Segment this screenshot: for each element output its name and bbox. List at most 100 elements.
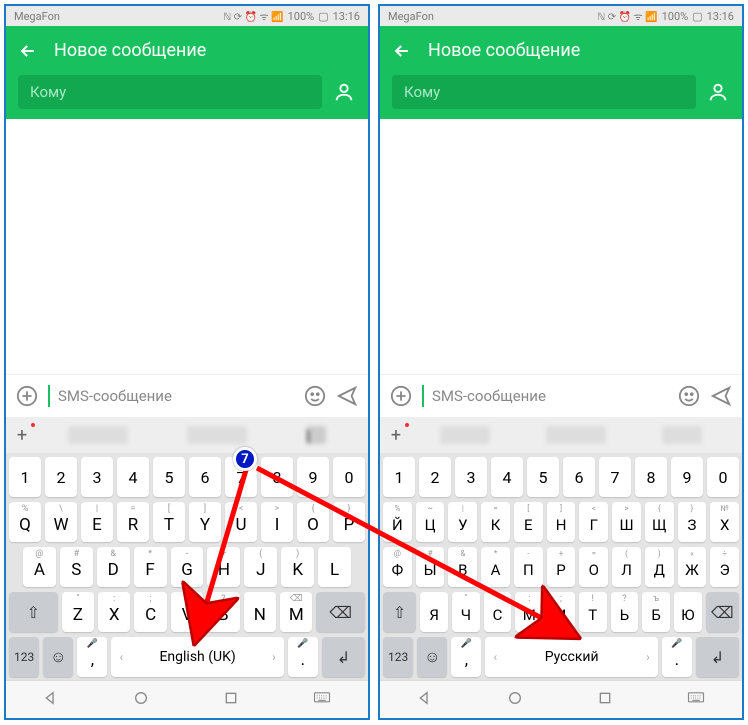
key-G[interactable]: -G — [171, 547, 204, 587]
back-arrow-icon[interactable] — [392, 41, 412, 61]
key-period[interactable]: 🎤. — [288, 637, 318, 677]
key-И[interactable]: ;И — [547, 592, 575, 632]
key-S[interactable]: #S — [60, 547, 93, 587]
key-shift[interactable]: ⇧ — [383, 592, 416, 632]
contact-icon[interactable] — [332, 80, 356, 104]
nav-recent[interactable] — [597, 690, 613, 710]
key-7[interactable]: 7 — [599, 457, 631, 497]
key-5[interactable]: 5 — [153, 457, 185, 497]
key-D[interactable]: &D — [97, 547, 130, 587]
nav-keyboard[interactable] — [687, 690, 705, 709]
key-Ы[interactable]: #Ы — [416, 547, 445, 587]
compose-input[interactable]: SMS-сообщение — [422, 383, 668, 409]
key-123[interactable]: 123 — [383, 637, 413, 677]
expand-icon[interactable]: + — [12, 425, 32, 446]
key-enter[interactable]: ↲ — [696, 637, 739, 677]
key-E[interactable]: |E — [81, 502, 113, 542]
key-Я[interactable]: Я — [420, 592, 448, 632]
key-Ю[interactable]: Ю — [674, 592, 702, 632]
key-123[interactable]: 123 — [9, 637, 39, 677]
recipient-field[interactable]: Кому — [392, 75, 696, 109]
key-T[interactable]: [T — [153, 502, 185, 542]
key-А[interactable]: *А — [481, 547, 510, 587]
key-9[interactable]: 9 — [297, 457, 329, 497]
key-V[interactable]: !V — [171, 592, 203, 632]
nav-home[interactable] — [133, 690, 149, 710]
key-Ф[interactable]: @Ф — [383, 547, 412, 587]
key-U[interactable]: <U — [225, 502, 257, 542]
key-I[interactable]: >I — [261, 502, 293, 542]
key-М[interactable]: :М — [515, 592, 543, 632]
key-П[interactable]: -П — [514, 547, 543, 587]
key-L[interactable]: L — [318, 547, 351, 587]
key-Ц[interactable]: ~Ц — [416, 502, 445, 542]
key-O[interactable]: {O — [297, 502, 329, 542]
key-B[interactable]: ?B — [207, 592, 239, 632]
nav-home[interactable] — [507, 690, 523, 710]
key-4[interactable]: 4 — [117, 457, 149, 497]
emoji-icon[interactable] — [678, 385, 700, 407]
key-C[interactable]: ;C — [134, 592, 166, 632]
key-6[interactable]: 6 — [563, 457, 595, 497]
attach-icon[interactable] — [16, 385, 38, 407]
key-period[interactable]: 🎤. — [662, 637, 692, 677]
key-Щ[interactable]: {Щ — [645, 502, 674, 542]
key-Л[interactable]: (Л — [612, 547, 641, 587]
key-W[interactable]: \W — [45, 502, 77, 542]
key-Е[interactable]: [Е — [514, 502, 543, 542]
key-0[interactable]: 0 — [333, 457, 365, 497]
key-Ж[interactable]: «Ж — [678, 547, 707, 587]
key-Г[interactable]: <Г — [579, 502, 608, 542]
key-backspace[interactable]: ⌫ — [706, 592, 739, 632]
suggestion[interactable] — [546, 426, 606, 444]
key-K[interactable]: )K — [281, 547, 314, 587]
key-1[interactable]: 1 — [9, 457, 41, 497]
key-Й[interactable]: %Й — [383, 502, 412, 542]
suggestion[interactable] — [187, 426, 247, 444]
key-К[interactable]: =К — [481, 502, 510, 542]
key-Ш[interactable]: >Ш — [612, 502, 641, 542]
key-6[interactable]: 6 — [189, 457, 221, 497]
expand-icon[interactable]: + — [386, 425, 406, 446]
key-F[interactable]: *F — [134, 547, 167, 587]
back-arrow-icon[interactable] — [18, 41, 38, 61]
key-В[interactable]: &В — [448, 547, 477, 587]
key-1[interactable]: 1 — [383, 457, 415, 497]
key-С[interactable]: 'С — [484, 592, 512, 632]
nav-recent[interactable] — [223, 690, 239, 710]
key-emoji[interactable]: ☺ — [417, 637, 447, 677]
key-comma[interactable]: 🎤, — [77, 637, 107, 677]
key-enter[interactable]: ↲ — [322, 637, 365, 677]
suggestion[interactable] — [662, 426, 702, 444]
attach-icon[interactable] — [390, 385, 412, 407]
recipient-field[interactable]: Кому — [18, 75, 322, 109]
suggestion[interactable] — [68, 426, 128, 444]
emoji-icon[interactable] — [304, 385, 326, 407]
key-Т[interactable]: !Т — [579, 592, 607, 632]
suggestion[interactable] — [440, 426, 490, 444]
key-9[interactable]: 9 — [671, 457, 703, 497]
key-Ь[interactable]: ?Ь — [611, 592, 639, 632]
compose-input[interactable]: SMS-сообщение — [48, 383, 294, 409]
key-H[interactable]: +H — [207, 547, 240, 587]
key-N[interactable]: N — [244, 592, 276, 632]
key-Б[interactable]: ъБ — [642, 592, 670, 632]
send-icon[interactable] — [710, 385, 732, 407]
key-У[interactable]: |У — [448, 502, 477, 542]
suggestion[interactable]: | — [306, 426, 326, 444]
key-J[interactable]: (J — [244, 547, 277, 587]
key-emoji[interactable]: ☺ — [43, 637, 73, 677]
key-3[interactable]: 3 — [455, 457, 487, 497]
key-shift[interactable]: ⇧ — [9, 592, 58, 632]
contact-icon[interactable] — [706, 80, 730, 104]
key-Y[interactable]: ]Y — [189, 502, 221, 542]
key-2[interactable]: 2 — [45, 457, 77, 497]
spacebar[interactable]: ‹ English (UK) › — [111, 637, 283, 677]
key-8[interactable]: 8 — [635, 457, 667, 497]
key-Q[interactable]: %Q — [9, 502, 41, 542]
nav-back[interactable] — [43, 690, 59, 710]
key-P[interactable]: }P — [333, 502, 365, 542]
key-Э[interactable]: ÷Э — [710, 547, 739, 587]
key-Н[interactable]: ]Н — [547, 502, 576, 542]
key-A[interactable]: @A — [23, 547, 56, 587]
